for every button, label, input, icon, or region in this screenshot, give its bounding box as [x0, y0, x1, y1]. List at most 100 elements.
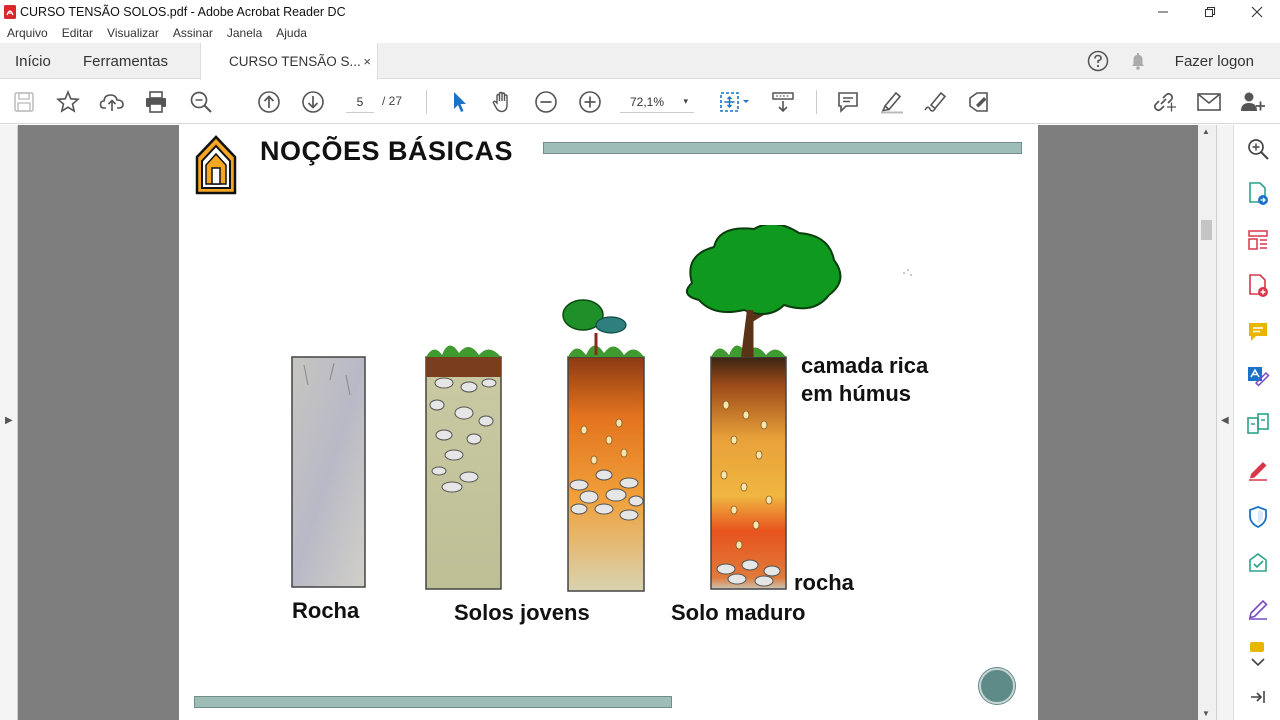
menu-arquivo[interactable]: Arquivo — [7, 26, 48, 40]
organize-pages-button[interactable] — [1246, 228, 1270, 252]
zoom-level-select[interactable]: 72,1% ▾ — [620, 91, 694, 113]
send-for-review-button[interactable] — [1246, 551, 1270, 575]
zoom-search-icon — [190, 91, 212, 113]
chevron-down-icon: ▾ — [683, 96, 688, 106]
scroll-down-icon[interactable]: ▼ — [1202, 709, 1210, 718]
hand-icon — [492, 91, 508, 113]
title-bar: CURSO TENSÃO SOLOS.pdf - Adobe Acrobat R… — [0, 0, 1280, 23]
document-viewport[interactable]: ▶ NOÇÕES BÁSICAS Rocha Solos jovens Solo… — [0, 125, 1233, 720]
envelope-icon — [1197, 93, 1221, 111]
minimize-icon — [1157, 11, 1168, 12]
tab-bar: Início Ferramentas CURSO TENSÃO S... × F… — [0, 43, 1280, 80]
help-icon[interactable] — [1087, 50, 1109, 72]
page-number-input[interactable]: 5 — [346, 91, 374, 113]
export-pdf-button[interactable] — [1246, 182, 1270, 206]
zoom-level-value: 72,1% — [630, 94, 665, 109]
fit-page-icon — [720, 92, 749, 112]
scroll-tools-down-button[interactable] — [1246, 650, 1270, 674]
tab-inicio[interactable]: Início — [15, 43, 51, 79]
page-nav-button[interactable] — [979, 668, 1015, 704]
zoom-search-icon — [1248, 139, 1269, 160]
toolbar-divider — [426, 90, 427, 114]
label-rocha: Rocha — [292, 598, 360, 623]
email-button[interactable] — [1196, 89, 1222, 115]
account-area: Fazer logon — [1087, 43, 1280, 79]
pdf-page: NOÇÕES BÁSICAS Rocha Solos jovens Solo m… — [179, 125, 1038, 720]
request-signature-button[interactable] — [1246, 597, 1270, 621]
save-button[interactable] — [11, 89, 37, 115]
collapse-pane-icon — [1251, 691, 1265, 703]
menu-editar[interactable]: Editar — [62, 26, 93, 40]
menu-visualizar[interactable]: Visualizar — [107, 26, 159, 40]
vertical-scrollbar[interactable]: ▲ ▼ — [1198, 125, 1216, 720]
share-link-button[interactable] — [1151, 89, 1177, 115]
scroll-up-icon[interactable]: ▲ — [1202, 127, 1210, 136]
soil-profile-illustration — [291, 225, 912, 592]
label-solo-maduro: Solo maduro — [671, 600, 806, 625]
menu-ajuda[interactable]: Ajuda — [276, 26, 307, 40]
highlight-button[interactable] — [879, 89, 905, 115]
minus-circle-icon — [535, 91, 557, 113]
organize-pages-icon — [1248, 230, 1268, 250]
compare-button[interactable] — [1246, 412, 1270, 436]
search-tool-button[interactable] — [1246, 137, 1270, 161]
restore-icon — [1204, 6, 1215, 17]
fill-sign-icon — [969, 92, 988, 112]
bookmark-star-button[interactable] — [55, 89, 81, 115]
login-link[interactable]: Fazer logon — [1175, 53, 1254, 70]
restore-button[interactable] — [1186, 0, 1233, 23]
left-panel-toggle[interactable]: ▶ — [0, 125, 18, 720]
create-pdf-icon — [1249, 274, 1268, 297]
collapse-right-icon: ◀ — [1221, 415, 1229, 426]
close-window-button[interactable] — [1233, 0, 1280, 23]
page-fit-button[interactable] — [716, 89, 754, 115]
tab-document[interactable]: CURSO TENSÃO S... × — [200, 43, 378, 80]
export-pdf-icon — [1249, 182, 1268, 205]
sign-pen-icon — [1249, 462, 1267, 481]
scroll-mode-button[interactable] — [770, 89, 796, 115]
fill-sign-button[interactable] — [967, 89, 993, 115]
edit-pdf-button[interactable] — [1246, 365, 1270, 389]
tab-ferramentas[interactable]: Ferramentas — [83, 43, 168, 79]
label-camada-rica: camada rica — [801, 353, 929, 378]
toolbar-divider — [816, 90, 817, 114]
draw-button[interactable] — [923, 89, 949, 115]
window-controls — [1139, 0, 1280, 23]
find-button[interactable] — [188, 89, 214, 115]
toolbar: 5 / 27 72,1% ▾ — [0, 80, 1280, 124]
add-user-icon — [1241, 92, 1265, 111]
star-icon — [56, 90, 80, 113]
select-tool-button[interactable] — [446, 89, 472, 115]
fill-sign-tool-button[interactable] — [1246, 458, 1270, 482]
shield-icon — [1249, 506, 1267, 529]
arrow-up-circle-icon — [258, 91, 280, 113]
tab-document-label: CURSO TENSÃO S... — [229, 54, 361, 69]
menu-assinar[interactable]: Assinar — [173, 26, 213, 40]
create-pdf-button[interactable] — [1246, 274, 1270, 298]
previous-page-button[interactable] — [256, 89, 282, 115]
add-person-button[interactable] — [1240, 89, 1266, 115]
page-heading: NOÇÕES BÁSICAS — [260, 136, 514, 166]
bell-icon[interactable] — [1127, 50, 1149, 72]
next-page-button[interactable] — [300, 89, 326, 115]
zoom-in-button[interactable] — [577, 89, 603, 115]
cloud-upload-icon — [99, 94, 124, 111]
menu-janela[interactable]: Janela — [227, 26, 262, 40]
zoom-out-button[interactable] — [533, 89, 559, 115]
edit-pdf-icon — [1248, 367, 1270, 387]
request-sign-icon — [1248, 599, 1268, 620]
collapse-tools-button[interactable] — [1246, 685, 1270, 709]
hand-tool-button[interactable] — [489, 89, 515, 115]
footer-decor-bar — [194, 696, 672, 708]
scrollbar-thumb[interactable] — [1201, 220, 1212, 240]
save-icon — [14, 92, 34, 112]
upload-button[interactable] — [99, 89, 125, 115]
comment-tool-button[interactable] — [1246, 320, 1270, 344]
protect-button[interactable] — [1246, 505, 1270, 529]
comment-button[interactable] — [835, 89, 861, 115]
print-button[interactable] — [143, 89, 169, 115]
minimize-button[interactable] — [1139, 0, 1186, 23]
acrobat-icon — [4, 4, 16, 19]
close-tab-button[interactable]: × — [363, 54, 371, 69]
right-panel-toggle[interactable]: ◀ — [1216, 125, 1233, 720]
